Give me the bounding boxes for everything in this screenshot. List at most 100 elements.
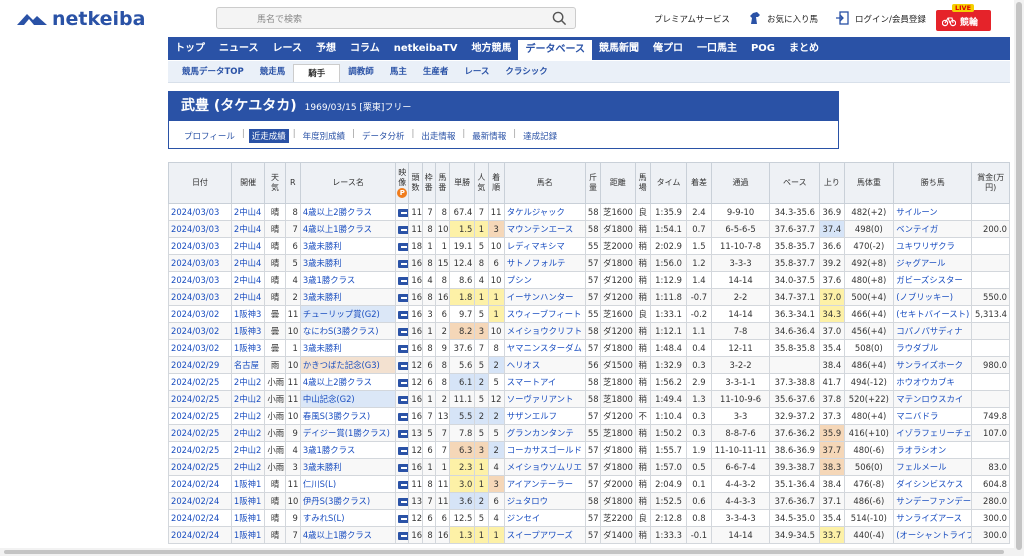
cell-レース名[interactable]: 3歳1勝クラス: [299, 271, 397, 289]
cell-馬名[interactable]: ソーヴァリアント: [503, 390, 586, 408]
premium-service-link[interactable]: プレミアムサービス: [654, 13, 730, 25]
cell-開催[interactable]: 2中山4: [230, 203, 266, 221]
cell-勝ち馬[interactable]: ラウダブル: [893, 339, 973, 357]
nav-item[interactable]: データベース: [518, 40, 592, 60]
cell-馬名[interactable]: プシン: [503, 271, 586, 289]
cell-日付[interactable]: 2024/03/02: [168, 305, 232, 323]
cell-勝ち馬[interactable]: マテンロウスカイ: [893, 390, 973, 408]
cell-日付[interactable]: 2024/03/03: [168, 203, 232, 221]
cell-レース名[interactable]: 4歳以上1勝クラス: [299, 220, 397, 238]
cell-映像[interactable]: [395, 492, 410, 510]
cell-勝ち馬[interactable]: ユキワリザクラ: [893, 237, 973, 255]
search-box[interactable]: 馬名で検索: [216, 7, 576, 29]
cell-レース名[interactable]: 3歳未勝利: [299, 288, 397, 306]
video-icon[interactable]: [398, 463, 408, 472]
cell-日付[interactable]: 2024/02/25: [168, 441, 232, 459]
cell-勝ち馬[interactable]: マニバドラ: [893, 407, 973, 425]
cell-レース名[interactable]: チューリップ賞(G2): [299, 305, 397, 323]
cell-馬名[interactable]: ヘリオス: [503, 356, 586, 374]
cell-日付[interactable]: 2024/03/02: [168, 339, 232, 357]
cell-日付[interactable]: 2024/02/25: [168, 407, 232, 425]
cell-勝ち馬[interactable]: サンデーファンデー: [893, 492, 973, 510]
cell-開催[interactable]: 2中山4: [230, 237, 266, 255]
jockey-tab[interactable]: 出走情報: [418, 129, 458, 143]
video-icon[interactable]: [398, 242, 408, 251]
cell-馬名[interactable]: スマートアイ: [503, 373, 586, 391]
cell-勝ち馬[interactable]: コパノパサディナ: [893, 322, 973, 340]
cell-勝ち馬[interactable]: ホウオウカブキ: [893, 373, 973, 391]
video-icon[interactable]: [398, 429, 408, 438]
video-icon[interactable]: [398, 412, 408, 421]
cell-勝ち馬[interactable]: (セキトバイースト): [893, 305, 973, 323]
cell-映像[interactable]: [395, 509, 410, 527]
cell-勝ち馬[interactable]: (ノブリッキー): [893, 288, 973, 306]
cell-映像[interactable]: [395, 237, 410, 255]
cell-開催[interactable]: 2中山2: [230, 441, 266, 459]
cell-レース名[interactable]: 仁川S(L): [299, 475, 397, 493]
subnav-item[interactable]: 騎手: [293, 64, 341, 82]
jockey-tab[interactable]: 最新情報: [469, 129, 509, 143]
cell-馬名[interactable]: メイショウソムリエ: [503, 458, 586, 476]
cell-映像[interactable]: [395, 305, 410, 323]
cell-開催[interactable]: 2中山2: [230, 407, 266, 425]
cell-馬名[interactable]: イーサンハンター: [503, 288, 586, 306]
cell-開催[interactable]: 1阪神1: [230, 509, 266, 527]
cell-日付[interactable]: 2024/02/29: [168, 356, 232, 374]
nav-item[interactable]: まとめ: [782, 37, 826, 60]
cell-勝ち馬[interactable]: イゾラフェリーチェ: [893, 424, 973, 442]
favorite-horses-link[interactable]: お気に入り馬: [767, 13, 818, 25]
cell-日付[interactable]: 2024/02/25: [168, 458, 232, 476]
cell-馬名[interactable]: グランカンタンテ: [503, 424, 586, 442]
nav-item[interactable]: トップ: [168, 37, 212, 60]
cell-日付[interactable]: 2024/03/03: [168, 237, 232, 255]
cell-馬名[interactable]: スイープアワーズ: [503, 526, 586, 544]
cell-開催[interactable]: 1阪神3: [230, 339, 266, 357]
cell-レース名[interactable]: すみれS(L): [299, 509, 397, 527]
search-icon[interactable]: [552, 11, 567, 26]
search-input[interactable]: 馬名で検索: [257, 12, 302, 25]
subnav-item[interactable]: レース: [456, 61, 497, 82]
nav-item[interactable]: POG: [744, 37, 782, 60]
cell-レース名[interactable]: 4歳以上2勝クラス: [299, 203, 397, 221]
jockey-tab[interactable]: プロフィール: [181, 129, 238, 143]
cell-開催[interactable]: 2中山2: [230, 458, 266, 476]
cell-レース名[interactable]: 3歳未勝利: [299, 458, 397, 476]
cell-レース名[interactable]: 3歳1勝クラス: [299, 441, 397, 459]
cell-馬名[interactable]: サトノフォルテ: [503, 254, 586, 272]
jockey-tab[interactable]: 達成記録: [520, 129, 560, 143]
cell-勝ち馬[interactable]: サンライズアース: [893, 509, 973, 527]
nav-item[interactable]: レース: [266, 37, 310, 60]
subnav-item[interactable]: 調教師: [340, 61, 382, 82]
cell-馬名[interactable]: サザンエルフ: [503, 407, 586, 425]
cell-開催[interactable]: 1阪神3: [230, 305, 266, 323]
cell-勝ち馬[interactable]: サンライズホーク: [893, 356, 973, 374]
cell-レース名[interactable]: かきつばた記念(G3): [299, 356, 397, 374]
cell-開催[interactable]: 1阪神1: [230, 475, 266, 493]
cell-日付[interactable]: 2024/03/03: [168, 220, 232, 238]
cell-日付[interactable]: 2024/02/25: [168, 373, 232, 391]
cell-開催[interactable]: 2中山4: [230, 288, 266, 306]
nav-item[interactable]: 地方競馬: [464, 37, 518, 60]
nav-item[interactable]: netkeibaTV: [387, 37, 465, 60]
cell-馬名[interactable]: コーカサスゴールド: [503, 441, 586, 459]
subnav-item[interactable]: 馬主: [382, 61, 415, 82]
cell-映像[interactable]: [395, 288, 410, 306]
cell-映像[interactable]: [395, 441, 410, 459]
cell-勝ち馬[interactable]: ジャグアール: [893, 254, 973, 272]
cell-日付[interactable]: 2024/02/25: [168, 390, 232, 408]
cell-レース名[interactable]: なにわS(3勝クラス): [299, 322, 397, 340]
video-icon[interactable]: [398, 276, 408, 285]
cell-レース名[interactable]: 中山記念(G2): [299, 390, 397, 408]
horizontal-scrollbar[interactable]: [0, 548, 1014, 556]
cell-映像[interactable]: [395, 220, 410, 238]
cell-映像[interactable]: [395, 526, 410, 544]
cell-開催[interactable]: 1阪神1: [230, 492, 266, 510]
cell-日付[interactable]: 2024/03/02: [168, 322, 232, 340]
cell-開催[interactable]: 2中山4: [230, 271, 266, 289]
nav-item[interactable]: 競馬新聞: [592, 37, 646, 60]
cell-レース名[interactable]: デイジー賞(1勝クラス): [299, 424, 397, 442]
cell-馬名[interactable]: ジュタロウ: [503, 492, 586, 510]
cell-レース名[interactable]: 4歳以上1勝クラス: [299, 526, 397, 544]
cell-勝ち馬[interactable]: (オーシャントライブ): [893, 526, 973, 544]
cell-レース名[interactable]: 3歳未勝利: [299, 254, 397, 272]
